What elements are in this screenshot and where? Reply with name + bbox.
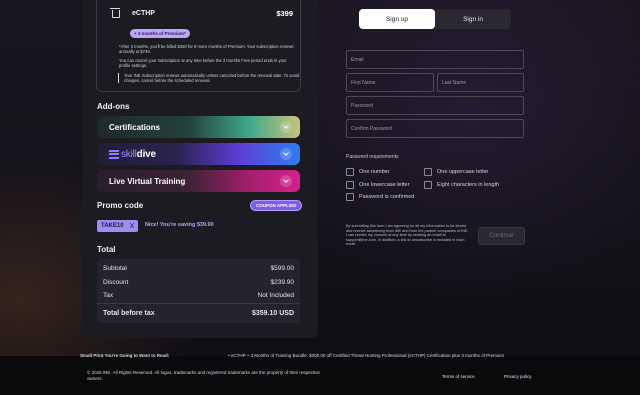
coupon-applied-badge: COUPON APPLIED xyxy=(250,200,303,211)
remove-promo-button[interactable]: X xyxy=(130,223,135,230)
skilldive-mark-icon xyxy=(108,149,120,159)
req-one-number: One number xyxy=(346,168,390,176)
total-label: Total before tax xyxy=(103,310,155,317)
consent-text: By submitting this form I am agreeing fo… xyxy=(346,224,469,247)
checkbox-icon xyxy=(346,193,354,201)
checkbox-icon xyxy=(346,168,354,176)
total-title: Total xyxy=(97,245,116,254)
total-row: Total before tax $359.10 USD xyxy=(103,310,294,317)
last-name-field[interactable] xyxy=(437,73,524,92)
password-requirements-title: Password requirements xyxy=(346,154,399,160)
discount-row: Discount $239.90 xyxy=(103,279,294,286)
first-name-field[interactable] xyxy=(346,73,434,92)
checkbox-icon xyxy=(424,168,432,176)
billing-note: *After 3 months, you'll be billed $350 f… xyxy=(119,44,294,55)
chevron-down-icon xyxy=(280,148,292,160)
totals-box: Subtotal $599.00 Discount $239.90 Tax No… xyxy=(97,259,300,323)
tab-sign-up[interactable]: Sign up xyxy=(359,9,435,29)
promo-saving-text: Nice! You're saving $39.90 xyxy=(145,222,214,228)
total-value: $359.10 USD xyxy=(251,310,294,317)
discount-label: Discount xyxy=(103,279,129,286)
skilldive-logo: skill dive xyxy=(108,148,156,160)
renewal-notice: Your INE Subscription renews automatical… xyxy=(118,72,302,84)
subtotal-row: Subtotal $599.00 xyxy=(103,265,294,272)
promo-code: TAKE10 xyxy=(101,223,124,229)
addons-title: Add-ons xyxy=(97,102,130,111)
product-name: eCTHP xyxy=(132,9,155,17)
addon-certifications[interactable]: Certifications xyxy=(97,116,300,138)
totals-divider xyxy=(97,303,300,304)
cancel-note: You can cancel your subscription at any … xyxy=(119,57,287,69)
tax-value: Not Included xyxy=(257,292,295,299)
tax-row: Tax Not Included xyxy=(103,292,294,299)
product-row: eCTHP $399 xyxy=(104,4,293,22)
promo-title: Promo code xyxy=(97,201,144,210)
req-one-uppercase: One uppercase letter xyxy=(424,168,488,176)
addon-skilldive[interactable]: skill dive xyxy=(97,143,300,165)
privacy-link[interactable]: Privacy policy xyxy=(504,374,532,379)
req-password-confirmed: Password is confirmed xyxy=(346,193,414,201)
trash-icon[interactable] xyxy=(110,8,120,18)
premium-pill: + 3 months of Premium* xyxy=(130,29,190,38)
skilldive-logo-dive: dive xyxy=(136,148,156,160)
tab-sign-in[interactable]: Sign in xyxy=(435,9,511,29)
confirm-password-field[interactable] xyxy=(346,119,524,138)
req-eight-chars-label: Eight characters in length xyxy=(437,182,500,188)
addon-certifications-label: Certifications xyxy=(109,122,161,132)
bundle-note: • eCTHP + 3 Months of Training Bundle: $… xyxy=(228,353,505,358)
checkbox-icon xyxy=(346,181,354,189)
copyright: © 2025 INE. All Rights Reserved. All log… xyxy=(87,370,320,381)
auth-tabs: Sign up Sign in xyxy=(359,9,511,29)
req-one-number-label: One number xyxy=(359,169,390,175)
promo-code-tag: TAKE10 X xyxy=(97,220,139,232)
continue-button[interactable]: Continue xyxy=(478,227,525,245)
req-one-uppercase-label: One uppercase letter xyxy=(437,169,489,175)
chevron-down-icon xyxy=(280,175,292,187)
subtotal-value: $599.00 xyxy=(270,265,295,272)
discount-value: $239.90 xyxy=(270,279,295,286)
addon-live-training-label: Live Virtual Training xyxy=(109,176,186,186)
skilldive-logo-skill: skill xyxy=(121,148,137,160)
small-print-title: Small Print You're Going to Want to Read… xyxy=(80,353,170,358)
terms-link[interactable]: Terms of service xyxy=(442,374,475,379)
req-password-confirmed-label: Password is confirmed xyxy=(359,194,415,200)
chevron-down-icon xyxy=(280,121,292,133)
req-one-lowercase-label: One lowercase letter xyxy=(359,182,410,188)
password-field[interactable] xyxy=(346,96,524,115)
subtotal-label: Subtotal xyxy=(103,265,127,272)
email-field[interactable] xyxy=(346,50,524,69)
req-eight-chars: Eight characters in length xyxy=(424,181,499,189)
addon-live-training[interactable]: Live Virtual Training xyxy=(97,170,300,192)
product-price: $399 xyxy=(276,8,293,18)
checkbox-icon xyxy=(424,181,432,189)
req-one-lowercase: One lowercase letter xyxy=(346,181,409,189)
tax-label: Tax xyxy=(103,292,114,299)
product-card: eCTHP $399 + 3 months of Premium* *After… xyxy=(96,0,301,92)
